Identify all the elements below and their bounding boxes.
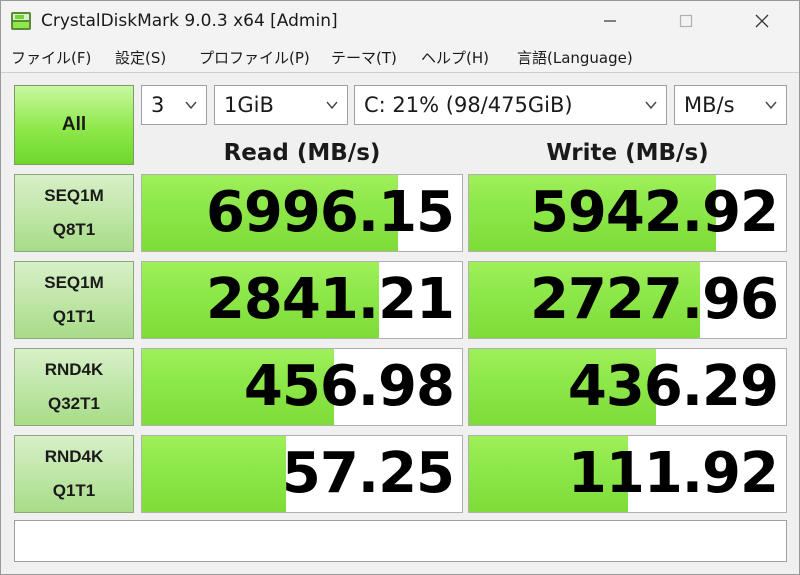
chevron-down-icon: [645, 101, 657, 110]
all-button[interactable]: All: [14, 85, 134, 165]
test-rnd4k-q32t1-button[interactable]: RND4K Q32T1: [14, 348, 134, 426]
write-value: 111.92: [567, 441, 779, 506]
test-params: Q1T1: [52, 481, 96, 500]
close-button[interactable]: [733, 1, 791, 41]
test-name: SEQ1M: [44, 186, 104, 205]
chevron-down-icon: [765, 101, 777, 110]
unit-select[interactable]: MB/s: [674, 85, 787, 125]
drive-value: C: 21% (98/475GiB): [364, 93, 573, 117]
app-window: CrystalDiskMark 9.0.3 x64 [Admin] ファイル(F…: [0, 0, 800, 575]
read-value: 6996.15: [205, 180, 455, 245]
read-value: 2841.21: [205, 267, 455, 332]
close-icon: [755, 14, 769, 28]
menu-theme[interactable]: テーマ(T): [331, 47, 397, 68]
maximize-icon: [679, 14, 693, 28]
comment-input[interactable]: [14, 520, 787, 562]
write-value: 2727.96: [529, 267, 779, 332]
size-select[interactable]: 1GiB: [214, 85, 348, 125]
chevron-down-icon: [326, 101, 338, 110]
read-result-cell: 6996.15: [141, 174, 463, 252]
read-result-cell: 2841.21: [141, 261, 463, 339]
test-params: Q1T1: [52, 307, 96, 326]
main-panel: All 3 1GiB C: 21% (98/475GiB) MB/s Read …: [1, 74, 799, 574]
read-result-cell: 57.25: [141, 435, 463, 513]
read-value: 456.98: [243, 354, 455, 419]
write-result-cell: 5942.92: [468, 174, 787, 252]
menu-profile[interactable]: プロファイル(P): [199, 47, 310, 68]
read-progress-bar: [142, 436, 286, 512]
size-value: 1GiB: [224, 93, 274, 117]
test-params: Q8T1: [52, 220, 96, 239]
maximize-button[interactable]: [657, 1, 715, 41]
test-name: SEQ1M: [44, 273, 104, 292]
crystaldiskmark-app-icon: [11, 12, 31, 30]
test-seq1m-q8t1-button[interactable]: SEQ1M Q8T1: [14, 174, 134, 252]
count-value: 3: [151, 93, 165, 117]
count-select[interactable]: 3: [141, 85, 207, 125]
test-params: Q32T1: [48, 394, 100, 413]
test-name: RND4K: [44, 360, 104, 379]
minimize-icon: [604, 20, 616, 22]
test-name: RND4K: [44, 447, 104, 466]
read-value: 57.25: [281, 441, 455, 506]
write-header: Write (MB/s): [546, 140, 709, 166]
chevron-down-icon: [185, 101, 197, 110]
write-value: 436.29: [567, 354, 779, 419]
menu-settings[interactable]: 設定(S): [115, 47, 166, 68]
menu-file[interactable]: ファイル(F): [11, 47, 91, 68]
unit-value: MB/s: [684, 93, 735, 117]
test-seq1m-q1t1-button[interactable]: SEQ1M Q1T1: [14, 261, 134, 339]
write-result-cell: 436.29: [468, 348, 787, 426]
read-header: Read (MB/s): [223, 140, 381, 166]
title-bar[interactable]: CrystalDiskMark 9.0.3 x64 [Admin]: [1, 1, 799, 41]
drive-select[interactable]: C: 21% (98/475GiB): [354, 85, 667, 125]
menu-help[interactable]: ヘルプ(H): [421, 47, 489, 68]
read-result-cell: 456.98: [141, 348, 463, 426]
window-title: CrystalDiskMark 9.0.3 x64 [Admin]: [41, 11, 338, 31]
write-result-cell: 111.92: [468, 435, 787, 513]
test-rnd4k-q1t1-button[interactable]: RND4K Q1T1: [14, 435, 134, 513]
menu-bar: ファイル(F) 設定(S) プロファイル(P) テーマ(T) ヘルプ(H) 言語…: [1, 41, 799, 73]
minimize-button[interactable]: [581, 1, 639, 41]
menu-language[interactable]: 言語(Language): [517, 47, 633, 68]
write-value: 5942.92: [529, 180, 779, 245]
write-result-cell: 2727.96: [468, 261, 787, 339]
